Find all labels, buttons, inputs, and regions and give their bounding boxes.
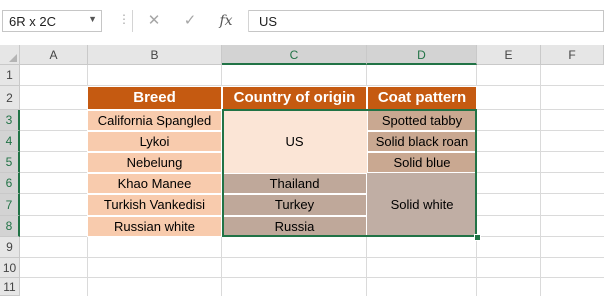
row-header-6[interactable]: 6 [0,173,20,194]
select-all-icon [9,54,17,62]
close-icon[interactable]: ✕ [144,11,164,31]
gridline [20,257,604,258]
column-header-d[interactable]: D [367,45,477,65]
coat-cell[interactable]: Solid blue [367,152,477,173]
row-header-4[interactable]: 4 [0,131,20,152]
formula-input[interactable]: US [249,10,604,32]
row-header-5[interactable]: 5 [0,152,20,173]
column-header-e[interactable]: E [477,45,541,65]
chevron-down-icon[interactable]: ▼ [88,14,97,24]
formula-bar-area: 6R x 2C ▼ ⋮ ✕ ✓ fx US [0,0,604,44]
country-cell[interactable]: Russia [222,216,367,237]
insert-function-button[interactable]: fx [216,11,236,31]
row-header-2[interactable]: 2 [0,86,20,110]
fill-handle[interactable] [474,234,481,241]
select-all-button[interactable] [0,45,20,65]
name-box[interactable]: 6R x 2C ▼ [2,10,102,32]
header-cell-country[interactable]: Country of origin [222,86,367,110]
header-cell-breed[interactable]: Breed [87,86,222,110]
name-box-value: 6R x 2C [9,14,56,29]
drag-handle-icon[interactable]: ⋮ [118,12,130,26]
header-cell-coat[interactable]: Coat pattern [367,86,477,110]
breed-cell[interactable]: Nebelung [87,152,222,173]
divider [132,10,133,32]
column-header-c[interactable]: C [222,45,367,65]
coat-cell[interactable]: Solid black roan [367,131,477,152]
row-header-10[interactable]: 10 [0,258,20,278]
country-cell-merged[interactable]: US [222,110,367,173]
gridline [540,65,541,296]
gridline [20,277,604,278]
row-header-7[interactable]: 7 [0,194,20,216]
breed-cell[interactable]: California Spangled [87,110,222,131]
column-header-b[interactable]: B [88,45,222,65]
breed-cell[interactable]: Khao Manee [87,173,222,194]
row-header-11[interactable]: 11 [0,278,20,296]
column-header-a[interactable]: A [20,45,88,65]
breed-cell[interactable]: Lykoi [87,131,222,152]
coat-cell[interactable]: Spotted tabby [367,110,477,131]
formula-value: US [259,14,278,29]
row-header-3[interactable]: 3 [0,110,20,131]
row-header-9[interactable]: 9 [0,237,20,258]
country-cell[interactable]: Turkey [222,194,367,216]
column-header-f[interactable]: F [541,45,604,65]
coat-cell-merged[interactable]: Solid white [367,173,477,237]
breed-cell[interactable]: Turkish Vankedisi [87,194,222,216]
check-icon[interactable]: ✓ [180,11,200,31]
row-header-8[interactable]: 8 [0,216,20,237]
country-cell[interactable]: Thailand [222,173,367,194]
row-header-1[interactable]: 1 [0,65,20,86]
breed-cell[interactable]: Russian white [87,216,222,237]
